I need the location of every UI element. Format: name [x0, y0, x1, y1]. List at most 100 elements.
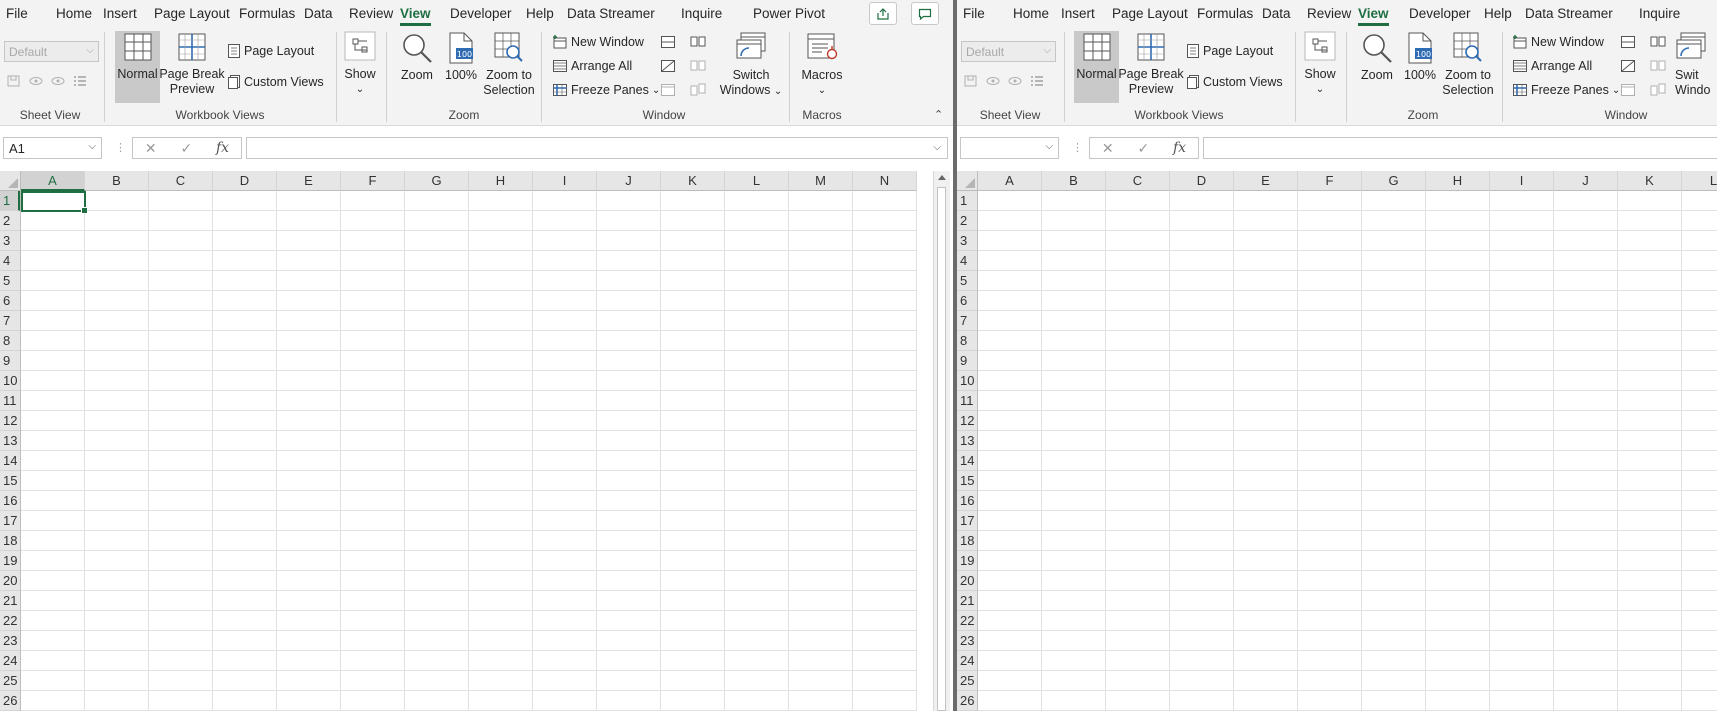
column-header[interactable]: I	[1490, 171, 1554, 191]
tab-home[interactable]: Home	[1013, 6, 1049, 21]
column-header[interactable]: F	[1298, 171, 1362, 191]
switch-windows-button[interactable]: Swit Windo	[1675, 32, 1717, 98]
tab-view[interactable]: View	[400, 6, 431, 26]
select-all-corner[interactable]	[957, 171, 978, 191]
column-header[interactable]: G	[405, 171, 469, 191]
column-header[interactable]: D	[1170, 171, 1234, 191]
row-header[interactable]: 22	[0, 611, 20, 631]
tab-help[interactable]: Help	[1484, 6, 1512, 21]
custom-views-button[interactable]: Custom Views	[1186, 74, 1283, 90]
comments-button[interactable]	[911, 2, 939, 25]
row-header[interactable]: 11	[957, 391, 977, 411]
tab-inquire[interactable]: Inquire	[1639, 6, 1680, 21]
row-header[interactable]: 5	[0, 271, 20, 291]
column-header[interactable]: N	[853, 171, 917, 191]
row-header[interactable]: 3	[957, 231, 977, 251]
split-icon[interactable]	[1620, 35, 1636, 49]
macros-button[interactable]: Macros ⌄	[799, 32, 845, 98]
zoom-100-button[interactable]: 100 100%	[441, 32, 481, 83]
switch-windows-button[interactable]: Switch Windows ⌄	[717, 32, 785, 99]
row-header[interactable]: 10	[957, 371, 977, 391]
fx-icon[interactable]: fx	[216, 140, 229, 156]
row-header[interactable]: 13	[957, 431, 977, 451]
row-header[interactable]: 25	[957, 671, 977, 691]
zoom-button[interactable]: Zoom	[396, 32, 438, 83]
row-header[interactable]: 21	[0, 591, 20, 611]
view-side-by-side-icon[interactable]	[1650, 35, 1666, 49]
zoom-to-selection-button[interactable]: Zoom to Selection	[1440, 32, 1496, 98]
row-header[interactable]: 20	[957, 571, 977, 591]
row-header[interactable]: 3	[0, 231, 20, 251]
tab-insert[interactable]: Insert	[1061, 6, 1095, 21]
row-header[interactable]: 22	[957, 611, 977, 631]
column-header[interactable]: A	[978, 171, 1042, 191]
collapse-ribbon-icon[interactable]: ⌃	[934, 108, 943, 121]
row-header[interactable]: 7	[957, 311, 977, 331]
custom-views-button[interactable]: Custom Views	[227, 74, 324, 90]
share-button[interactable]	[869, 2, 897, 25]
split-icon[interactable]	[660, 35, 676, 49]
tab-formulas[interactable]: Formulas	[239, 6, 295, 21]
cancel-icon[interactable]: ✕	[1102, 140, 1114, 157]
fx-icon[interactable]: fx	[1173, 140, 1186, 156]
vertical-scrollbar[interactable]	[933, 171, 950, 711]
column-header[interactable]: C	[149, 171, 213, 191]
page-layout-button[interactable]: Page Layout	[227, 43, 314, 59]
tab-developer[interactable]: Developer	[1409, 6, 1471, 21]
page-break-preview-button[interactable]: Page Break Preview	[159, 32, 225, 97]
tab-file[interactable]: File	[6, 6, 28, 21]
tab-developer[interactable]: Developer	[450, 6, 512, 21]
tab-review[interactable]: Review	[349, 6, 393, 21]
row-header[interactable]: 21	[957, 591, 977, 611]
row-header[interactable]: 12	[0, 411, 20, 431]
hide-window-icon[interactable]	[660, 59, 676, 73]
row-header[interactable]: 15	[957, 471, 977, 491]
new-window-button[interactable]: New Window	[1512, 35, 1604, 49]
row-header[interactable]: 25	[0, 671, 20, 691]
row-header[interactable]: 26	[0, 691, 20, 711]
row-header[interactable]: 1	[957, 191, 977, 211]
arrange-all-button[interactable]: Arrange All	[1512, 59, 1592, 73]
row-header[interactable]: 10	[0, 371, 20, 391]
formula-bar-grip-icon[interactable]: ⋮	[1072, 141, 1083, 154]
tab-review[interactable]: Review	[1307, 6, 1351, 21]
tab-view[interactable]: View	[1358, 6, 1389, 26]
row-header[interactable]: 7	[0, 311, 20, 331]
column-header[interactable]: H	[1426, 171, 1490, 191]
tab-insert[interactable]: Insert	[103, 6, 137, 21]
freeze-panes-button[interactable]: Freeze Panes ⌄	[1512, 83, 1620, 97]
column-header[interactable]: M	[789, 171, 853, 191]
cancel-icon[interactable]: ✕	[145, 140, 157, 157]
column-header[interactable]: A	[21, 171, 85, 191]
sheet-view-select[interactable]: Default ⌵	[4, 41, 99, 62]
row-header[interactable]: 5	[957, 271, 977, 291]
column-header[interactable]: E	[1234, 171, 1298, 191]
column-header[interactable]: L	[1682, 171, 1717, 191]
row-header[interactable]: 16	[957, 491, 977, 511]
row-header[interactable]: 6	[0, 291, 20, 311]
row-header[interactable]: 4	[0, 251, 20, 271]
column-header[interactable]: B	[1042, 171, 1106, 191]
column-header[interactable]: I	[533, 171, 597, 191]
tab-page-layout[interactable]: Page Layout	[1112, 6, 1188, 21]
tab-data-streamer[interactable]: Data Streamer	[1525, 6, 1613, 21]
row-header[interactable]: 23	[957, 631, 977, 651]
row-header[interactable]: 13	[0, 431, 20, 451]
sheet-view-select[interactable]: Default ⌵	[961, 41, 1056, 62]
show-button[interactable]: Show ⌄	[1302, 31, 1338, 97]
column-header[interactable]: B	[85, 171, 149, 191]
row-header[interactable]: 24	[0, 651, 20, 671]
row-header[interactable]: 11	[0, 391, 20, 411]
row-header[interactable]: 8	[0, 331, 20, 351]
name-box[interactable]: A1 ⌵	[3, 137, 102, 159]
row-header[interactable]: 15	[0, 471, 20, 491]
column-header[interactable]: H	[469, 171, 533, 191]
select-all-corner[interactable]	[0, 171, 21, 191]
formula-bar-grip-icon[interactable]: ⋮	[115, 141, 126, 154]
tab-inquire[interactable]: Inquire	[681, 6, 722, 21]
column-header[interactable]: K	[661, 171, 725, 191]
cell-area[interactable]	[21, 191, 917, 711]
row-header[interactable]: 9	[957, 351, 977, 371]
tab-data[interactable]: Data	[1262, 6, 1291, 21]
zoom-100-button[interactable]: 100 100%	[1400, 32, 1440, 83]
